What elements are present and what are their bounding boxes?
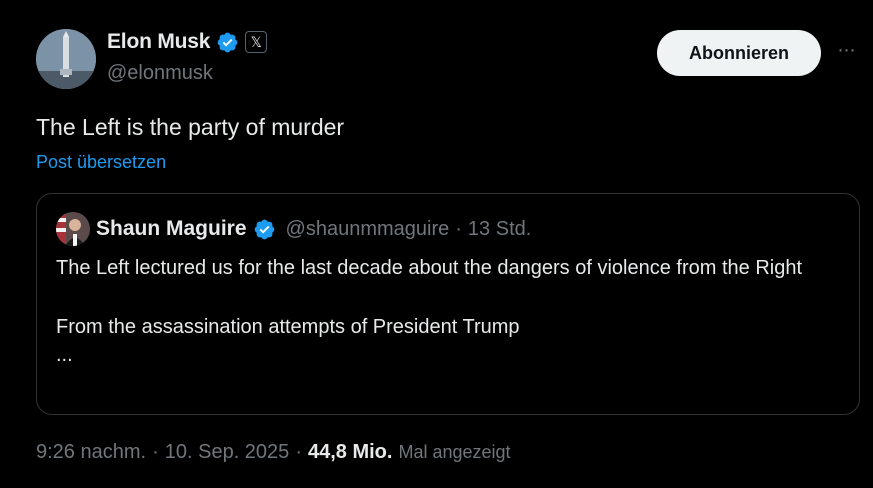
quoted-tweet-header: Shaun Maguire @shaunmmaguire · 13 Std.	[56, 212, 531, 246]
rocket-photo-icon	[36, 29, 96, 89]
quoted-author-name: Shaun Maguire	[96, 217, 247, 240]
view-count-label: Mal angezeigt	[398, 442, 511, 462]
author-name-row: Elon Musk 𝕏	[107, 30, 268, 54]
quoted-text-line: From the assassination attempts of Presi…	[56, 315, 520, 338]
verified-icon	[217, 32, 238, 52]
quoted-author-handle: @shaunmmaguire	[285, 217, 450, 240]
tweet-text: The Left is the party of murder	[36, 114, 345, 140]
translate-link[interactable]: Post übersetzen	[36, 152, 166, 173]
author-avatar[interactable]	[36, 29, 96, 89]
separator: ·	[295, 441, 302, 463]
post-date[interactable]: 10. Sep. 2025	[165, 441, 290, 464]
separator: ·	[152, 441, 159, 463]
author-handle[interactable]: @elonmusk	[107, 62, 213, 85]
quoted-text-line: The Left lectured us for the last decade…	[56, 257, 803, 279]
quoted-author-avatar	[56, 212, 90, 246]
view-count: 44,8 Mio.	[307, 441, 393, 463]
follow-button[interactable]: Abonnieren	[657, 30, 821, 76]
quoted-tweet-card[interactable]: Shaun Maguire @shaunmmaguire · 13 Std. T…	[36, 193, 860, 415]
person-photo-icon	[56, 212, 90, 246]
separator: ·	[455, 217, 462, 240]
verified-icon	[254, 219, 274, 239]
author-name[interactable]: Elon Musk	[107, 30, 210, 54]
more-options-icon[interactable]: ⋯	[835, 38, 859, 62]
x-affiliate-icon: 𝕏	[245, 31, 268, 53]
quoted-tweet-body: The Left lectured us for the last decade…	[56, 254, 846, 370]
quoted-text-ellipsis: ...	[56, 344, 73, 366]
tweet-meta: 9:26 nachm. · 10. Sep. 2025 · 44,8 Mio. …	[36, 441, 511, 464]
quoted-timestamp: 13 Std.	[467, 217, 532, 240]
post-time[interactable]: 9:26 nachm.	[36, 441, 146, 464]
